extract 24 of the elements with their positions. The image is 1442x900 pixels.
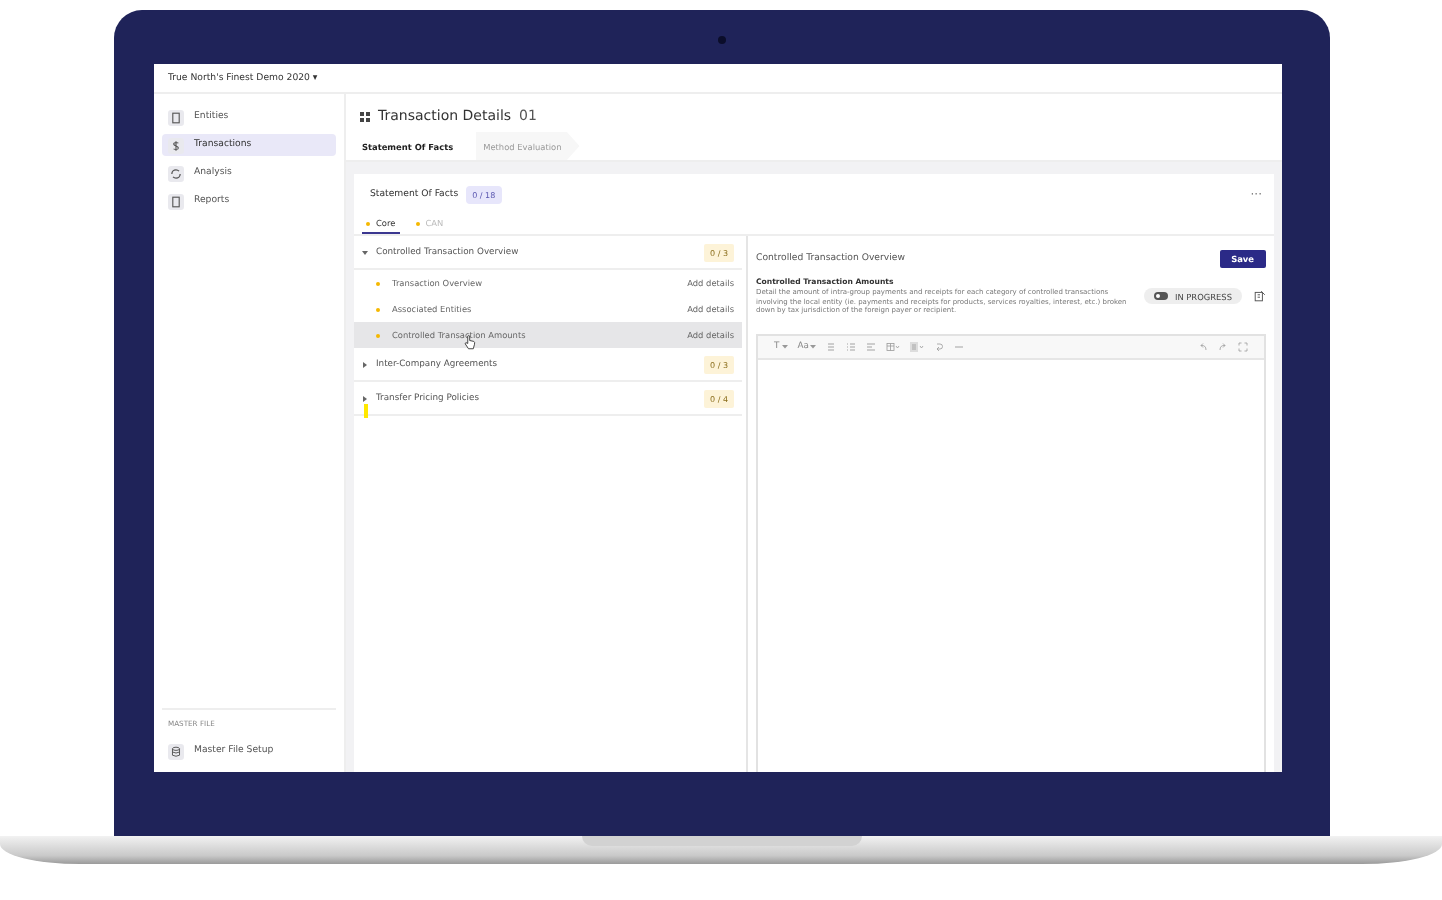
horizontal-rule-icon[interactable]: [954, 342, 965, 353]
fullscreen-icon[interactable]: [1238, 342, 1248, 353]
list-icon[interactable]: [846, 342, 857, 353]
list-icon[interactable]: [826, 342, 837, 353]
undo-icon[interactable]: [934, 342, 945, 353]
caret-down-icon[interactable]: [810, 344, 817, 350]
dashboard-icon: [360, 111, 370, 121]
dollar-icon: [168, 137, 184, 153]
database-icon: [168, 743, 184, 759]
camera-icon: [718, 36, 726, 44]
caret-right-icon: [362, 395, 368, 401]
document-icon: [168, 109, 184, 125]
document-icon: [168, 193, 184, 209]
highlight-icon[interactable]: [910, 342, 925, 353]
caret-down-icon[interactable]: [781, 344, 788, 350]
refresh-icon: [168, 165, 184, 181]
undo-icon[interactable]: [1198, 342, 1208, 353]
table-icon[interactable]: [886, 342, 901, 353]
notes-icon[interactable]: [1254, 290, 1266, 303]
redo-icon[interactable]: [1218, 342, 1228, 353]
caret-right-icon: [362, 361, 368, 367]
highlight-marker: [364, 404, 368, 418]
align-icon[interactable]: [866, 342, 877, 353]
caret-down-icon: [362, 249, 368, 255]
